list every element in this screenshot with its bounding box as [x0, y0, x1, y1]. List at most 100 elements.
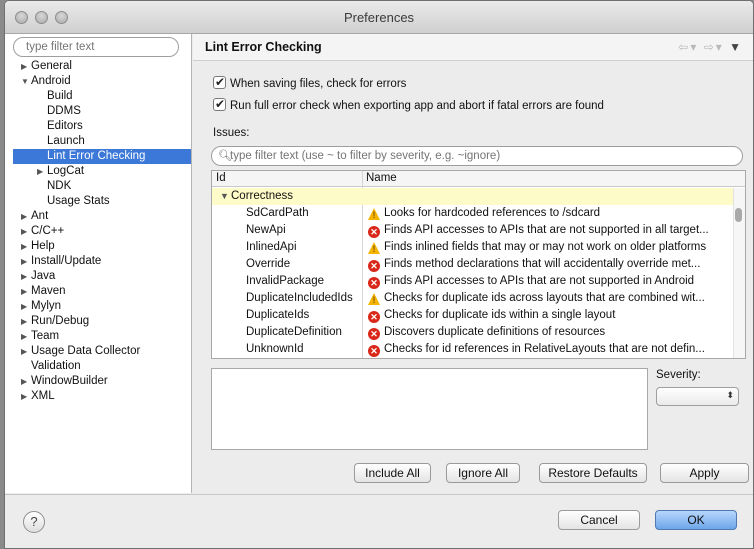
page-title: Lint Error Checking [205, 40, 322, 54]
tree-item[interactable]: ▼ Android [5, 74, 191, 89]
issue-description-area[interactable] [211, 368, 648, 450]
tree-item[interactable]: ▶ Run/Debug [5, 314, 191, 329]
tree-item[interactable]: Validation [5, 359, 191, 374]
issue-id: UnknownId [246, 343, 304, 355]
tree-item[interactable]: ▶ XML [5, 389, 191, 404]
tree-item[interactable]: NDK [5, 179, 191, 194]
tree-item[interactable]: ▶ Team [5, 329, 191, 344]
tree-item-label: NDK [47, 180, 72, 192]
tree-item[interactable]: Launch [5, 134, 191, 149]
table-row[interactable]: InlinedApi! Finds inlined fields that may… [212, 239, 733, 256]
collapsed-triangle-icon[interactable]: ▶ [21, 344, 31, 359]
column-header-id[interactable]: Id [216, 172, 226, 184]
restore-defaults-button[interactable]: Restore Defaults [539, 463, 647, 483]
table-row[interactable]: SdCardPath! Looks for hardcoded reference… [212, 205, 733, 222]
table-row[interactable]: DuplicateIds ✕ Checks for duplicate ids wi… [212, 307, 733, 324]
expanded-triangle-icon[interactable]: ▼ [21, 74, 31, 89]
warning-icon: ! [368, 242, 380, 254]
apply-button[interactable]: Apply [660, 463, 749, 483]
collapsed-triangle-icon[interactable]: ▶ [21, 224, 31, 239]
issue-filter-input[interactable] [228, 149, 728, 163]
collapsed-triangle-icon[interactable]: ▶ [21, 59, 31, 74]
tree-item[interactable]: Editors [5, 119, 191, 134]
collapsed-triangle-icon[interactable]: ▶ [21, 209, 31, 224]
tree-item[interactable]: Build [5, 89, 191, 104]
issue-name: Checks for duplicate ids across layouts … [384, 292, 705, 304]
check-on-export-option[interactable]: Run full error check when exporting app … [213, 96, 604, 114]
tree-item[interactable]: ▶ Install/Update [5, 254, 191, 269]
table-row[interactable]: DuplicateDefinition ✕ Discovers duplicate … [212, 324, 733, 341]
tree-item-label: Launch [47, 135, 85, 147]
check-on-save-option[interactable]: When saving files, check for errors [213, 74, 407, 92]
tree-item[interactable]: DDMS [5, 104, 191, 119]
table-row[interactable]: InvalidPackage ✕ Finds API accesses to API… [212, 273, 733, 290]
cancel-button[interactable]: Cancel [558, 510, 640, 530]
table-row[interactable]: NewApi ✕ Finds API accesses to APIs that a… [212, 222, 733, 239]
tree-filter-field[interactable] [13, 37, 179, 57]
issue-name: Checks for id references in RelativeLayo… [384, 343, 705, 355]
issue-filter-field[interactable]: 🔍︎ [211, 146, 743, 166]
tree-item-label: Java [31, 270, 56, 282]
error-icon: ✕ [368, 226, 380, 238]
tree-item-label: Build [47, 90, 73, 102]
ok-button[interactable]: OK [655, 510, 737, 530]
category-expand-icon[interactable]: ▼ [220, 188, 229, 205]
table-scrollbar[interactable] [733, 188, 745, 358]
issue-name-cell: ✕ Finds API accesses to APIs that are not… [368, 273, 728, 290]
tree-item-label: Ant [31, 210, 49, 222]
tree-item[interactable]: Usage Stats [5, 194, 191, 209]
column-header-name[interactable]: Name [366, 172, 397, 184]
collapsed-triangle-icon[interactable]: ▶ [21, 314, 31, 329]
collapsed-triangle-icon[interactable]: ▶ [21, 269, 31, 284]
tree-item[interactable]: ▶ General [5, 59, 191, 74]
check-on-export-checkbox[interactable] [213, 96, 226, 112]
tree-item-label: General [31, 60, 72, 72]
collapsed-triangle-icon[interactable]: ▶ [21, 329, 31, 344]
issue-name: Finds API accesses to APIs that are not … [384, 224, 709, 236]
include-all-button[interactable]: Include All [354, 463, 431, 483]
tree-item[interactable]: ▶ Java [5, 269, 191, 284]
table-row[interactable]: DuplicateIncludedIds! Checks for duplicat… [212, 290, 733, 307]
back-arrow-icon[interactable]: ⇦▾ [678, 40, 698, 54]
collapsed-triangle-icon[interactable]: ▶ [21, 299, 31, 314]
tree-item[interactable]: ▶ Maven [5, 284, 191, 299]
collapsed-triangle-icon[interactable]: ▶ [21, 374, 31, 389]
issue-name-cell: ✕ Finds method declarations that will acc… [368, 256, 728, 273]
check-on-save-checkbox[interactable] [213, 74, 226, 90]
severity-select[interactable]: ⬍ [656, 387, 739, 406]
forward-arrow-icon[interactable]: ⇨▾ [704, 40, 724, 54]
collapsed-triangle-icon[interactable]: ▶ [21, 284, 31, 299]
collapsed-triangle-icon[interactable]: ▶ [37, 164, 47, 179]
table-row[interactable]: Override ✕ Finds method declarations that … [212, 256, 733, 273]
tree-filter-input[interactable] [24, 40, 174, 54]
tree-item[interactable]: ▶ C/C++ [5, 224, 191, 239]
check-on-save-label: When saving files, check for errors [230, 78, 407, 90]
help-icon[interactable]: ? [23, 511, 45, 533]
category-row[interactable]: ▼ Correctness [212, 188, 733, 205]
preferences-tree-pane: ▶General▼AndroidBuildDDMSEditorsLaunchLi… [5, 34, 192, 493]
tree-item[interactable]: Lint Error Checking [13, 149, 191, 164]
scrollbar-thumb[interactable] [735, 208, 742, 222]
tree-item[interactable]: ▶ Usage Data Collector [5, 344, 191, 359]
collapsed-triangle-icon[interactable]: ▶ [21, 239, 31, 254]
tree-item[interactable]: ▶ Mylyn [5, 299, 191, 314]
tree-item[interactable]: ▶ Ant [5, 209, 191, 224]
title-bar: Preferences [5, 1, 753, 34]
collapsed-triangle-icon[interactable]: ▶ [21, 389, 31, 404]
tree-item[interactable]: ▶ LogCat [5, 164, 191, 179]
error-icon: ✕ [368, 260, 380, 272]
tree-item[interactable]: ▶ WindowBuilder [5, 374, 191, 389]
issue-id: DuplicateDefinition [246, 326, 342, 338]
issue-name: Finds inlined fields that may or may not… [384, 241, 707, 253]
issue-name: Finds method declarations that will acci… [384, 258, 701, 270]
tree-item[interactable]: ▶ Help [5, 239, 191, 254]
issue-name: Finds API accesses to APIs that are not … [384, 275, 695, 287]
view-menu-icon[interactable]: ▼ [729, 40, 743, 54]
preference-page: Lint Error Checking ⇦▾ ⇨▾ ▼ When saving … [193, 34, 753, 493]
issue-name-cell: ! Checks for duplicate ids across layouts… [368, 290, 728, 307]
collapsed-triangle-icon[interactable]: ▶ [21, 254, 31, 269]
warning-icon: ! [368, 208, 380, 220]
issue-id: DuplicateIds [246, 309, 310, 321]
ignore-all-button[interactable]: Ignore All [446, 463, 520, 483]
table-row[interactable]: UnknownId ✕ Checks for id references in Re… [212, 341, 733, 358]
